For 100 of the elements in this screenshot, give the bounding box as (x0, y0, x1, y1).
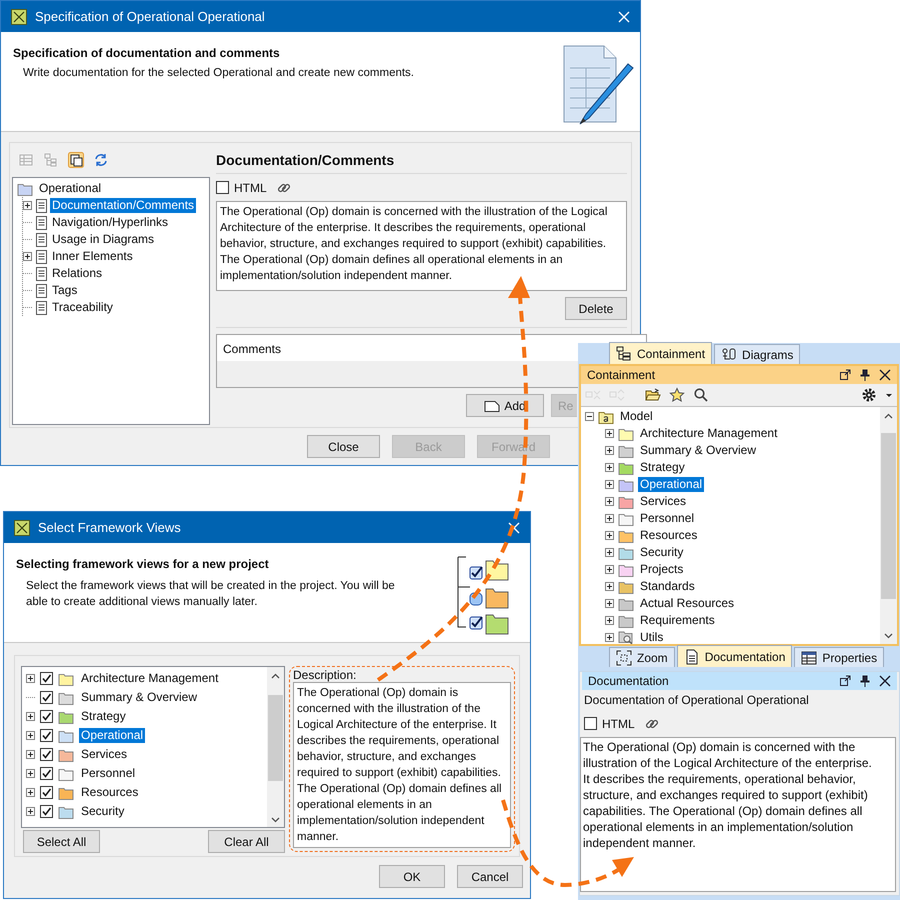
tree-item[interactable]: Requirements (638, 613, 717, 628)
tree-item[interactable]: Relations (50, 266, 104, 281)
refresh-icon[interactable] (93, 152, 109, 168)
tree-item[interactable]: Security (638, 545, 686, 560)
documentation-field[interactable]: The Operational (Op) domain is concerned with the illustration of the Logical Architecture of the enterprise. It describes the requirements, operational behavior, structure, and exchanges required to support (exhibit) capabilities. The Operational (Op) domain defines all operational elements in an implementation/solution independent manner. (580, 737, 896, 892)
expand-icon[interactable] (605, 497, 614, 506)
checkbox[interactable] (40, 805, 53, 818)
expand-icon[interactable] (26, 731, 35, 740)
star-icon[interactable] (669, 387, 685, 403)
checkbox-label: HTML (234, 180, 267, 194)
tree-item[interactable]: Tags (50, 283, 80, 298)
expand-icon[interactable] (605, 548, 614, 557)
tab[interactable]: Properties (794, 647, 884, 667)
list-button[interactable]: Select All (23, 830, 100, 853)
checkbox[interactable] (40, 710, 53, 723)
open-folder-icon[interactable] (645, 387, 661, 403)
expand-icon[interactable] (605, 599, 614, 608)
tree-item[interactable]: Inner Elements (50, 249, 135, 264)
checkbox[interactable] (216, 181, 229, 194)
undock-icon[interactable] (839, 369, 851, 381)
pin-icon[interactable] (859, 369, 871, 381)
list-button[interactable]: Clear All (208, 830, 285, 853)
list-item[interactable]: Summary & Overview (79, 690, 200, 705)
checkbox[interactable] (40, 748, 53, 761)
page-icon (35, 216, 47, 230)
expand-icon[interactable] (26, 807, 35, 816)
tree-item[interactable]: Resources (638, 528, 700, 543)
checkbox[interactable] (40, 767, 53, 780)
tree-item[interactable]: Documentation/Comments (50, 198, 196, 213)
page-icon (35, 266, 47, 280)
expand-icon[interactable] (605, 514, 614, 523)
tab[interactable]: Zoom (609, 647, 675, 667)
tree-item[interactable]: Utils (638, 630, 666, 644)
checkbox[interactable] (40, 691, 53, 704)
window-title: Select Framework Views (38, 520, 182, 535)
zoom-icon (616, 650, 632, 666)
dialog-button[interactable]: OK (379, 865, 445, 888)
search-icon[interactable] (693, 387, 709, 403)
expand-icon[interactable] (605, 616, 614, 625)
list-item[interactable]: Services (79, 747, 130, 762)
list-item[interactable]: Architecture Management (79, 671, 220, 686)
expand-icon[interactable] (605, 582, 614, 591)
header-description: Select the framework views that will be created in the project. You will be able to create additional views manually later. (26, 579, 396, 610)
tab[interactable]: Containment (609, 342, 712, 364)
expand-icon[interactable] (23, 201, 32, 210)
expand-icon[interactable] (26, 788, 35, 797)
pin-icon[interactable] (859, 675, 871, 687)
list-item[interactable]: Operational (79, 728, 146, 743)
tree-item[interactable]: Standards (638, 579, 697, 594)
checkbox[interactable] (40, 672, 53, 685)
tab[interactable]: Diagrams (714, 344, 800, 364)
tree-item[interactable]: Services (638, 494, 688, 509)
tree-item[interactable]: Model (618, 409, 655, 424)
tree-item[interactable]: Navigation/Hyperlinks (50, 215, 170, 230)
dialog-button[interactable]: Cancel (457, 865, 523, 888)
documentation-field[interactable]: The Operational (Op) domain is concerned with the illustration of the Logical Architecture of the enterprise. It describes the requirements, operational behavior, structure, and exchanges required to support (exhibit) capabilities. The Operational (Op) domain defines all operational elements in an implementation/solution independent manner. (216, 201, 627, 291)
expand-icon[interactable] (605, 429, 614, 438)
panel-title: Containment (587, 368, 656, 382)
expand-icon[interactable] (23, 252, 32, 261)
settings-icon[interactable] (861, 387, 877, 403)
tree-item[interactable]: Operational (638, 477, 704, 492)
expand-icon[interactable] (605, 446, 614, 455)
scrollbar[interactable] (880, 407, 897, 644)
close-icon[interactable] (879, 369, 891, 381)
dialog-button[interactable]: Close (307, 435, 380, 458)
tree-item[interactable]: Traceability (50, 300, 115, 315)
expand-icon[interactable] (26, 712, 35, 721)
expand-icon[interactable] (605, 480, 614, 489)
list-item[interactable]: Strategy (79, 709, 128, 724)
pages-icon[interactable] (68, 152, 84, 168)
scrollbar[interactable] (267, 667, 284, 827)
undock-icon[interactable] (839, 675, 851, 687)
expand-icon[interactable] (26, 750, 35, 759)
expand-icon[interactable] (605, 463, 614, 472)
checkbox[interactable] (40, 729, 53, 742)
tree-item[interactable]: Strategy (638, 460, 687, 475)
list-item[interactable]: Resources (79, 785, 140, 800)
delete-button[interactable]: Delete (565, 297, 627, 320)
list-item[interactable]: Security (79, 804, 126, 819)
collapse-icon[interactable] (585, 412, 594, 421)
tab[interactable]: Documentation (676, 645, 792, 667)
tree-item[interactable]: Summary & Overview (638, 443, 758, 458)
close-icon[interactable] (879, 675, 891, 687)
expand-icon[interactable] (26, 769, 35, 778)
expand-icon[interactable] (605, 633, 614, 642)
model-icon (598, 410, 614, 424)
checkbox[interactable] (40, 786, 53, 799)
checkbox[interactable] (584, 717, 597, 730)
tree-item[interactable]: Personnel (638, 511, 696, 526)
expand-icon[interactable] (605, 565, 614, 574)
app-icon (14, 520, 30, 536)
tree-item[interactable]: Usage in Diagrams (50, 232, 156, 247)
header-description: Write documentation for the selected Operational and create new comments. (23, 67, 414, 79)
expand-icon[interactable] (26, 674, 35, 683)
tree-item[interactable]: Projects (638, 562, 686, 577)
tree-item[interactable]: Actual Resources (638, 596, 736, 611)
tree-item[interactable]: Architecture Management (638, 426, 780, 441)
list-item[interactable]: Personnel (79, 766, 138, 781)
expand-icon[interactable] (605, 531, 614, 540)
tree-item[interactable]: Operational (37, 181, 104, 196)
